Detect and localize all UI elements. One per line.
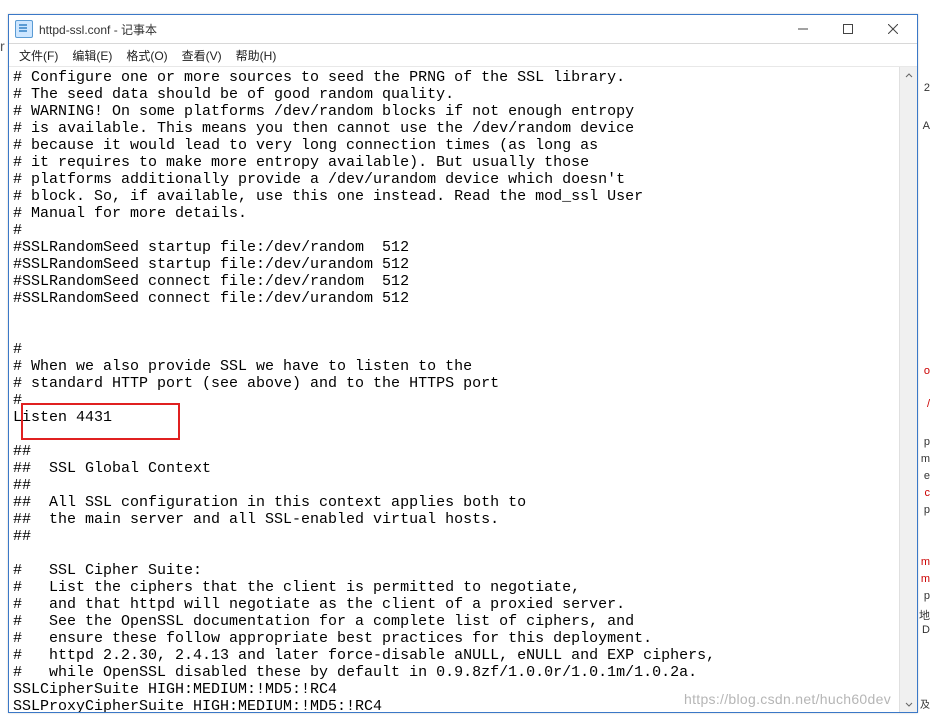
menu-help[interactable]: 帮助(H) — [236, 47, 277, 64]
chevron-down-icon — [905, 700, 913, 708]
minimize-button[interactable] — [780, 15, 825, 43]
bg-char: A — [923, 120, 930, 132]
bg-char: 2 — [924, 82, 930, 94]
menu-file[interactable]: 文件(F) — [19, 47, 58, 64]
editor-wrap: # Configure one or more sources to seed … — [9, 67, 917, 712]
scrollbar-track[interactable] — [900, 84, 917, 695]
maximize-button[interactable] — [825, 15, 870, 43]
bg-char: c — [925, 487, 930, 499]
background-strip: 2 A o / p m e c p m m p 地 D 及 — [918, 0, 930, 716]
vertical-scrollbar[interactable] — [899, 67, 917, 712]
titlebar[interactable]: httpd-ssl.conf - 记事本 — [9, 15, 917, 44]
notepad-window: httpd-ssl.conf - 记事本 文件(F) 编辑(E) 格式(O) 查… — [8, 14, 918, 713]
close-icon — [888, 24, 898, 34]
menu-view[interactable]: 查看(V) — [182, 47, 222, 64]
bg-char: m — [921, 573, 930, 585]
background-left-char: r — [0, 38, 5, 54]
chevron-up-icon — [905, 72, 913, 80]
window-controls — [780, 15, 915, 43]
window-title: httpd-ssl.conf - 记事本 — [39, 21, 780, 38]
menubar: 文件(F) 编辑(E) 格式(O) 查看(V) 帮助(H) — [9, 44, 917, 67]
maximize-icon — [843, 24, 853, 34]
bg-char: m — [921, 453, 930, 465]
scroll-up-button[interactable] — [900, 67, 917, 84]
bg-char: p — [924, 504, 930, 516]
bg-char: m — [921, 556, 930, 568]
close-button[interactable] — [870, 15, 915, 43]
bg-char: p — [924, 590, 930, 602]
bg-char: o — [924, 365, 930, 377]
bg-char: 及 — [920, 696, 930, 711]
bg-char: 地 — [919, 607, 930, 623]
bg-char: e — [924, 470, 930, 482]
bg-char: D — [922, 624, 930, 636]
editor-content[interactable]: # Configure one or more sources to seed … — [9, 67, 899, 712]
document-icon — [15, 20, 33, 38]
minimize-icon — [798, 24, 808, 34]
menu-edit[interactable]: 编辑(E) — [72, 47, 112, 64]
bg-char: p — [924, 436, 930, 448]
scroll-down-button[interactable] — [900, 695, 917, 712]
menu-format[interactable]: 格式(O) — [126, 47, 167, 64]
